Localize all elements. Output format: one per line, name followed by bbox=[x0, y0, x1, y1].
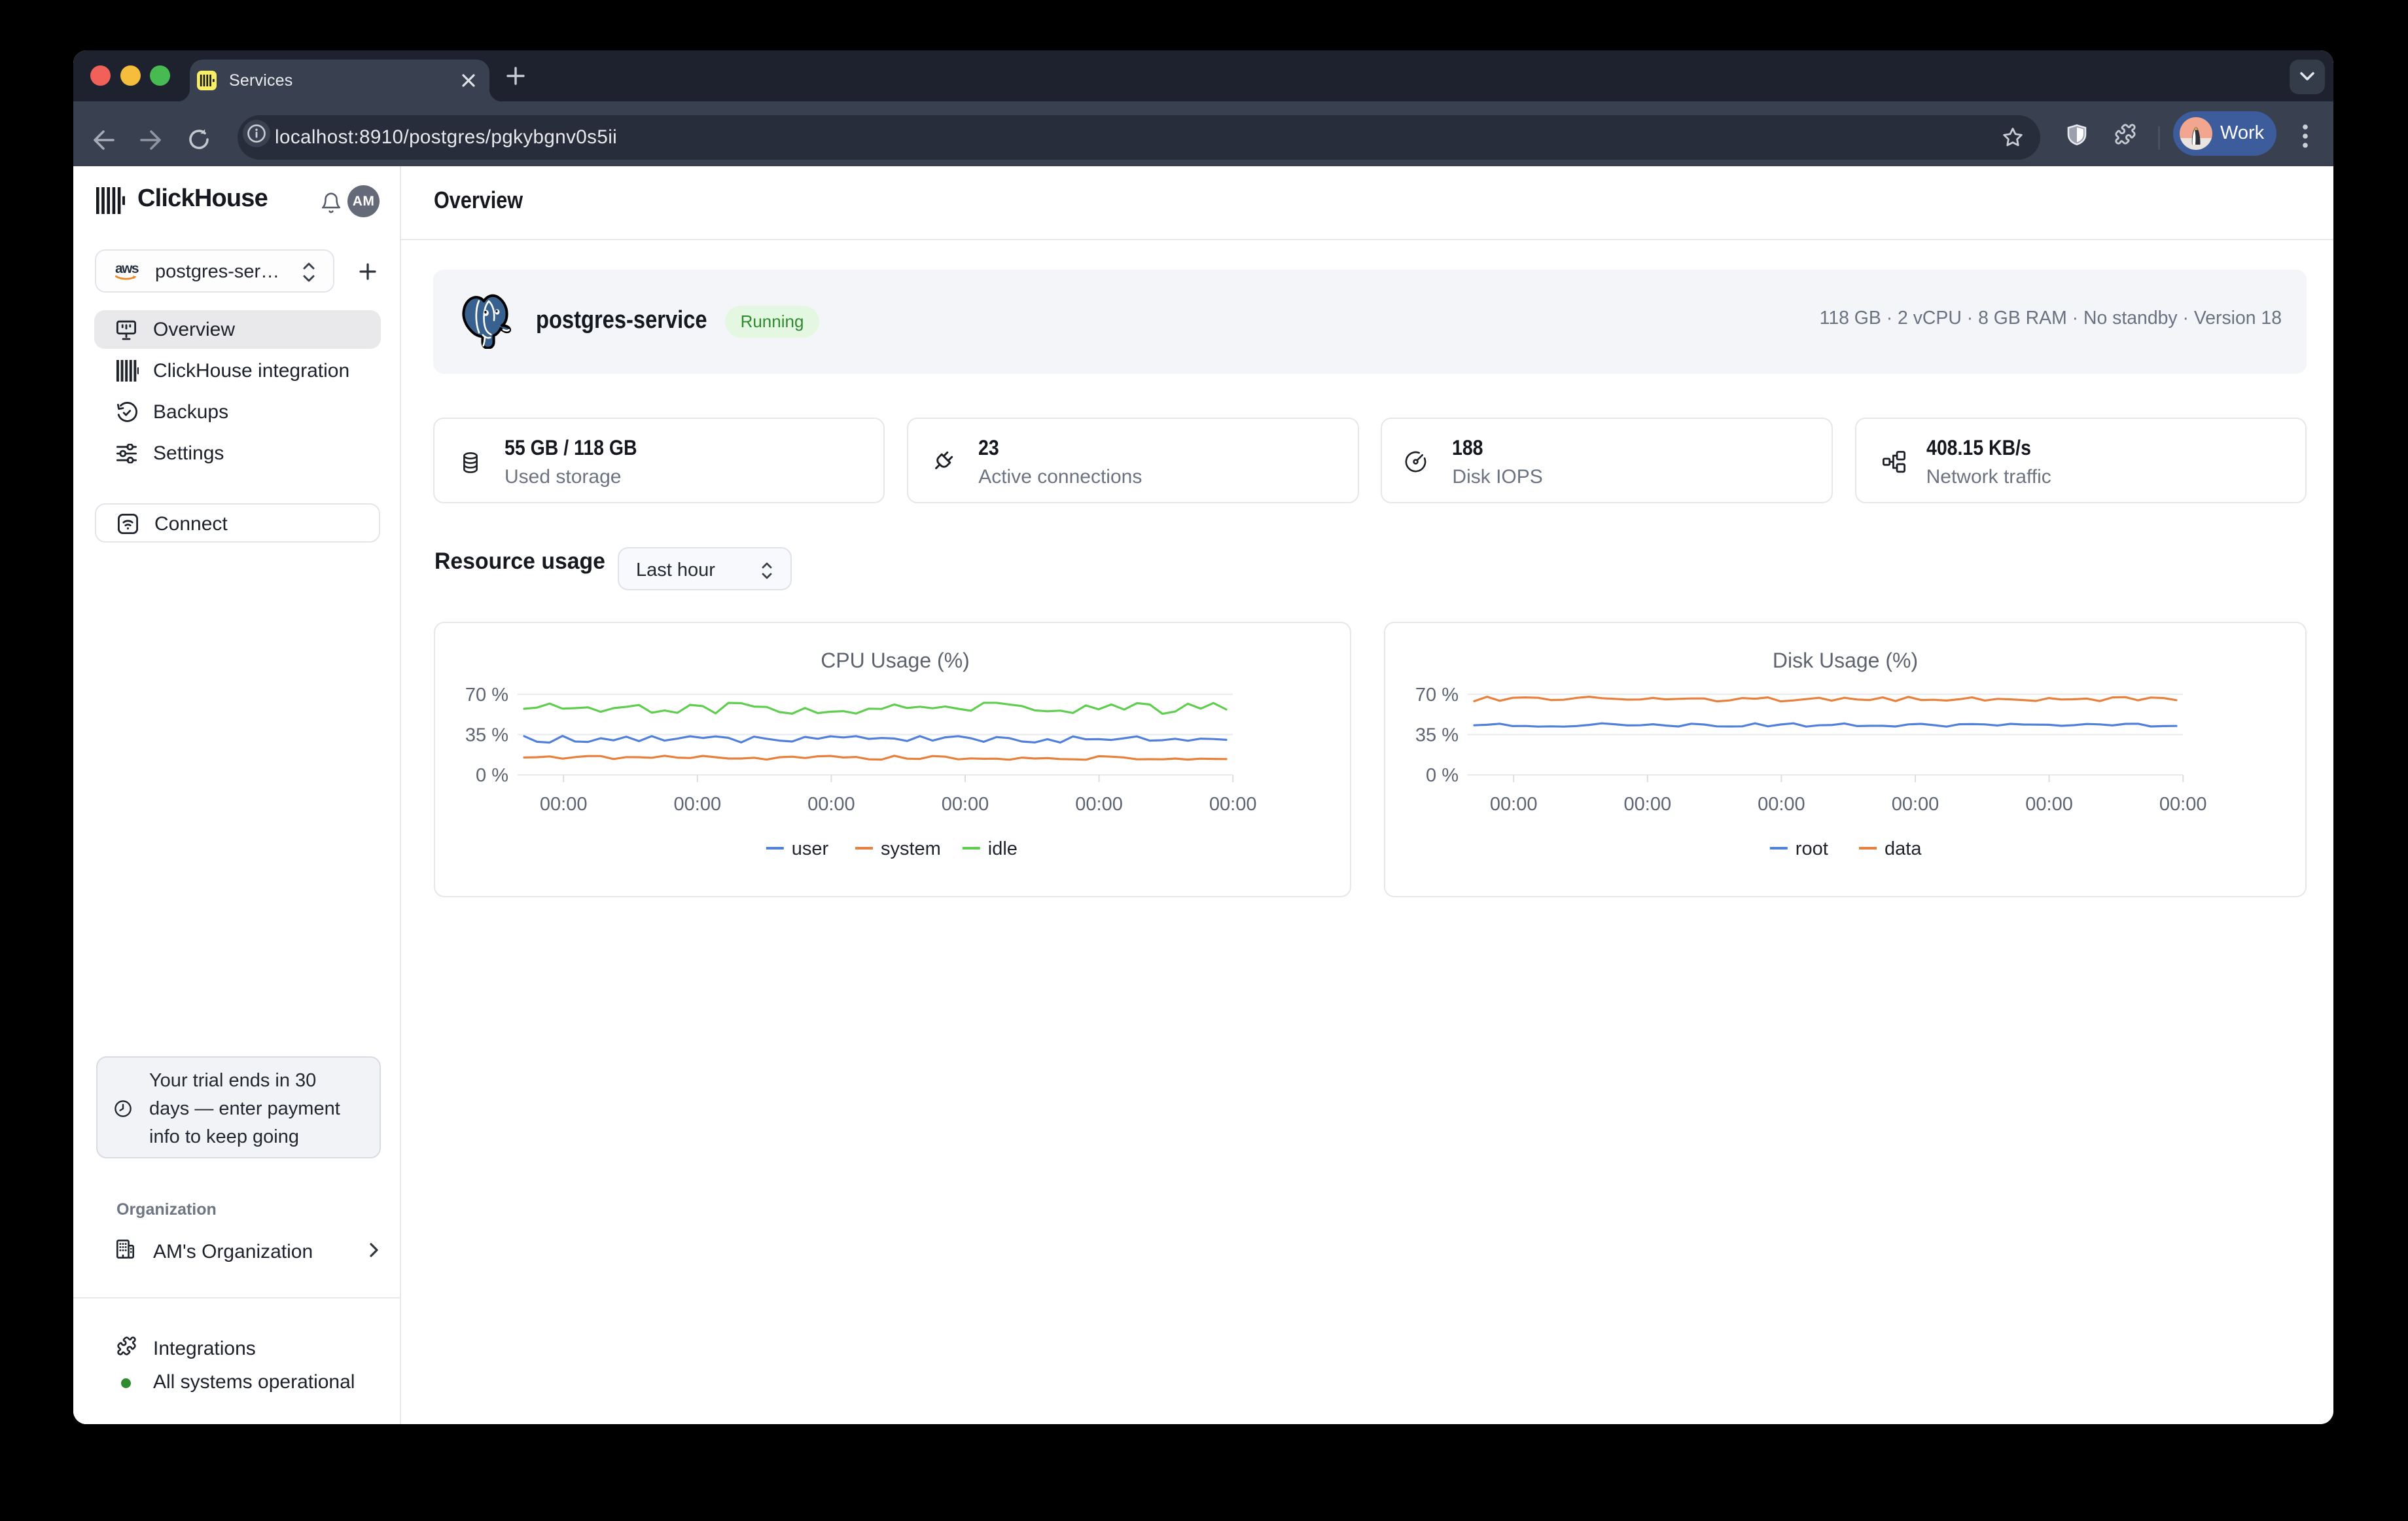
svg-text:00:00: 00:00 bbox=[1075, 794, 1123, 815]
svg-text:00:00: 00:00 bbox=[1624, 794, 1672, 815]
svg-text:00:00: 00:00 bbox=[1758, 794, 1805, 815]
svg-text:Disk Usage (%): Disk Usage (%) bbox=[1773, 649, 1918, 672]
svg-text:system: system bbox=[881, 838, 941, 859]
svg-text:00:00: 00:00 bbox=[1490, 794, 1538, 815]
svg-text:70 %: 70 % bbox=[1415, 685, 1459, 706]
svg-text:00:00: 00:00 bbox=[1892, 794, 1939, 815]
svg-text:0 %: 0 % bbox=[476, 765, 508, 786]
svg-text:00:00: 00:00 bbox=[807, 794, 855, 815]
svg-text:00:00: 00:00 bbox=[674, 794, 722, 815]
svg-text:0 %: 0 % bbox=[1426, 765, 1459, 786]
svg-text:data: data bbox=[1885, 838, 1922, 859]
svg-text:00:00: 00:00 bbox=[540, 794, 588, 815]
svg-text:00:00: 00:00 bbox=[1209, 794, 1257, 815]
svg-text:70 %: 70 % bbox=[465, 685, 508, 706]
svg-text:idle: idle bbox=[988, 838, 1018, 859]
svg-text:35 %: 35 % bbox=[465, 725, 508, 745]
svg-text:root: root bbox=[1796, 838, 1828, 859]
svg-text:00:00: 00:00 bbox=[2025, 794, 2073, 815]
svg-text:CPU Usage (%): CPU Usage (%) bbox=[821, 649, 970, 672]
svg-text:aws: aws bbox=[115, 261, 139, 276]
svg-text:user: user bbox=[792, 838, 829, 859]
svg-text:35 %: 35 % bbox=[1415, 725, 1459, 745]
svg-text:00:00: 00:00 bbox=[942, 794, 989, 815]
svg-text:00:00: 00:00 bbox=[2159, 794, 2207, 815]
